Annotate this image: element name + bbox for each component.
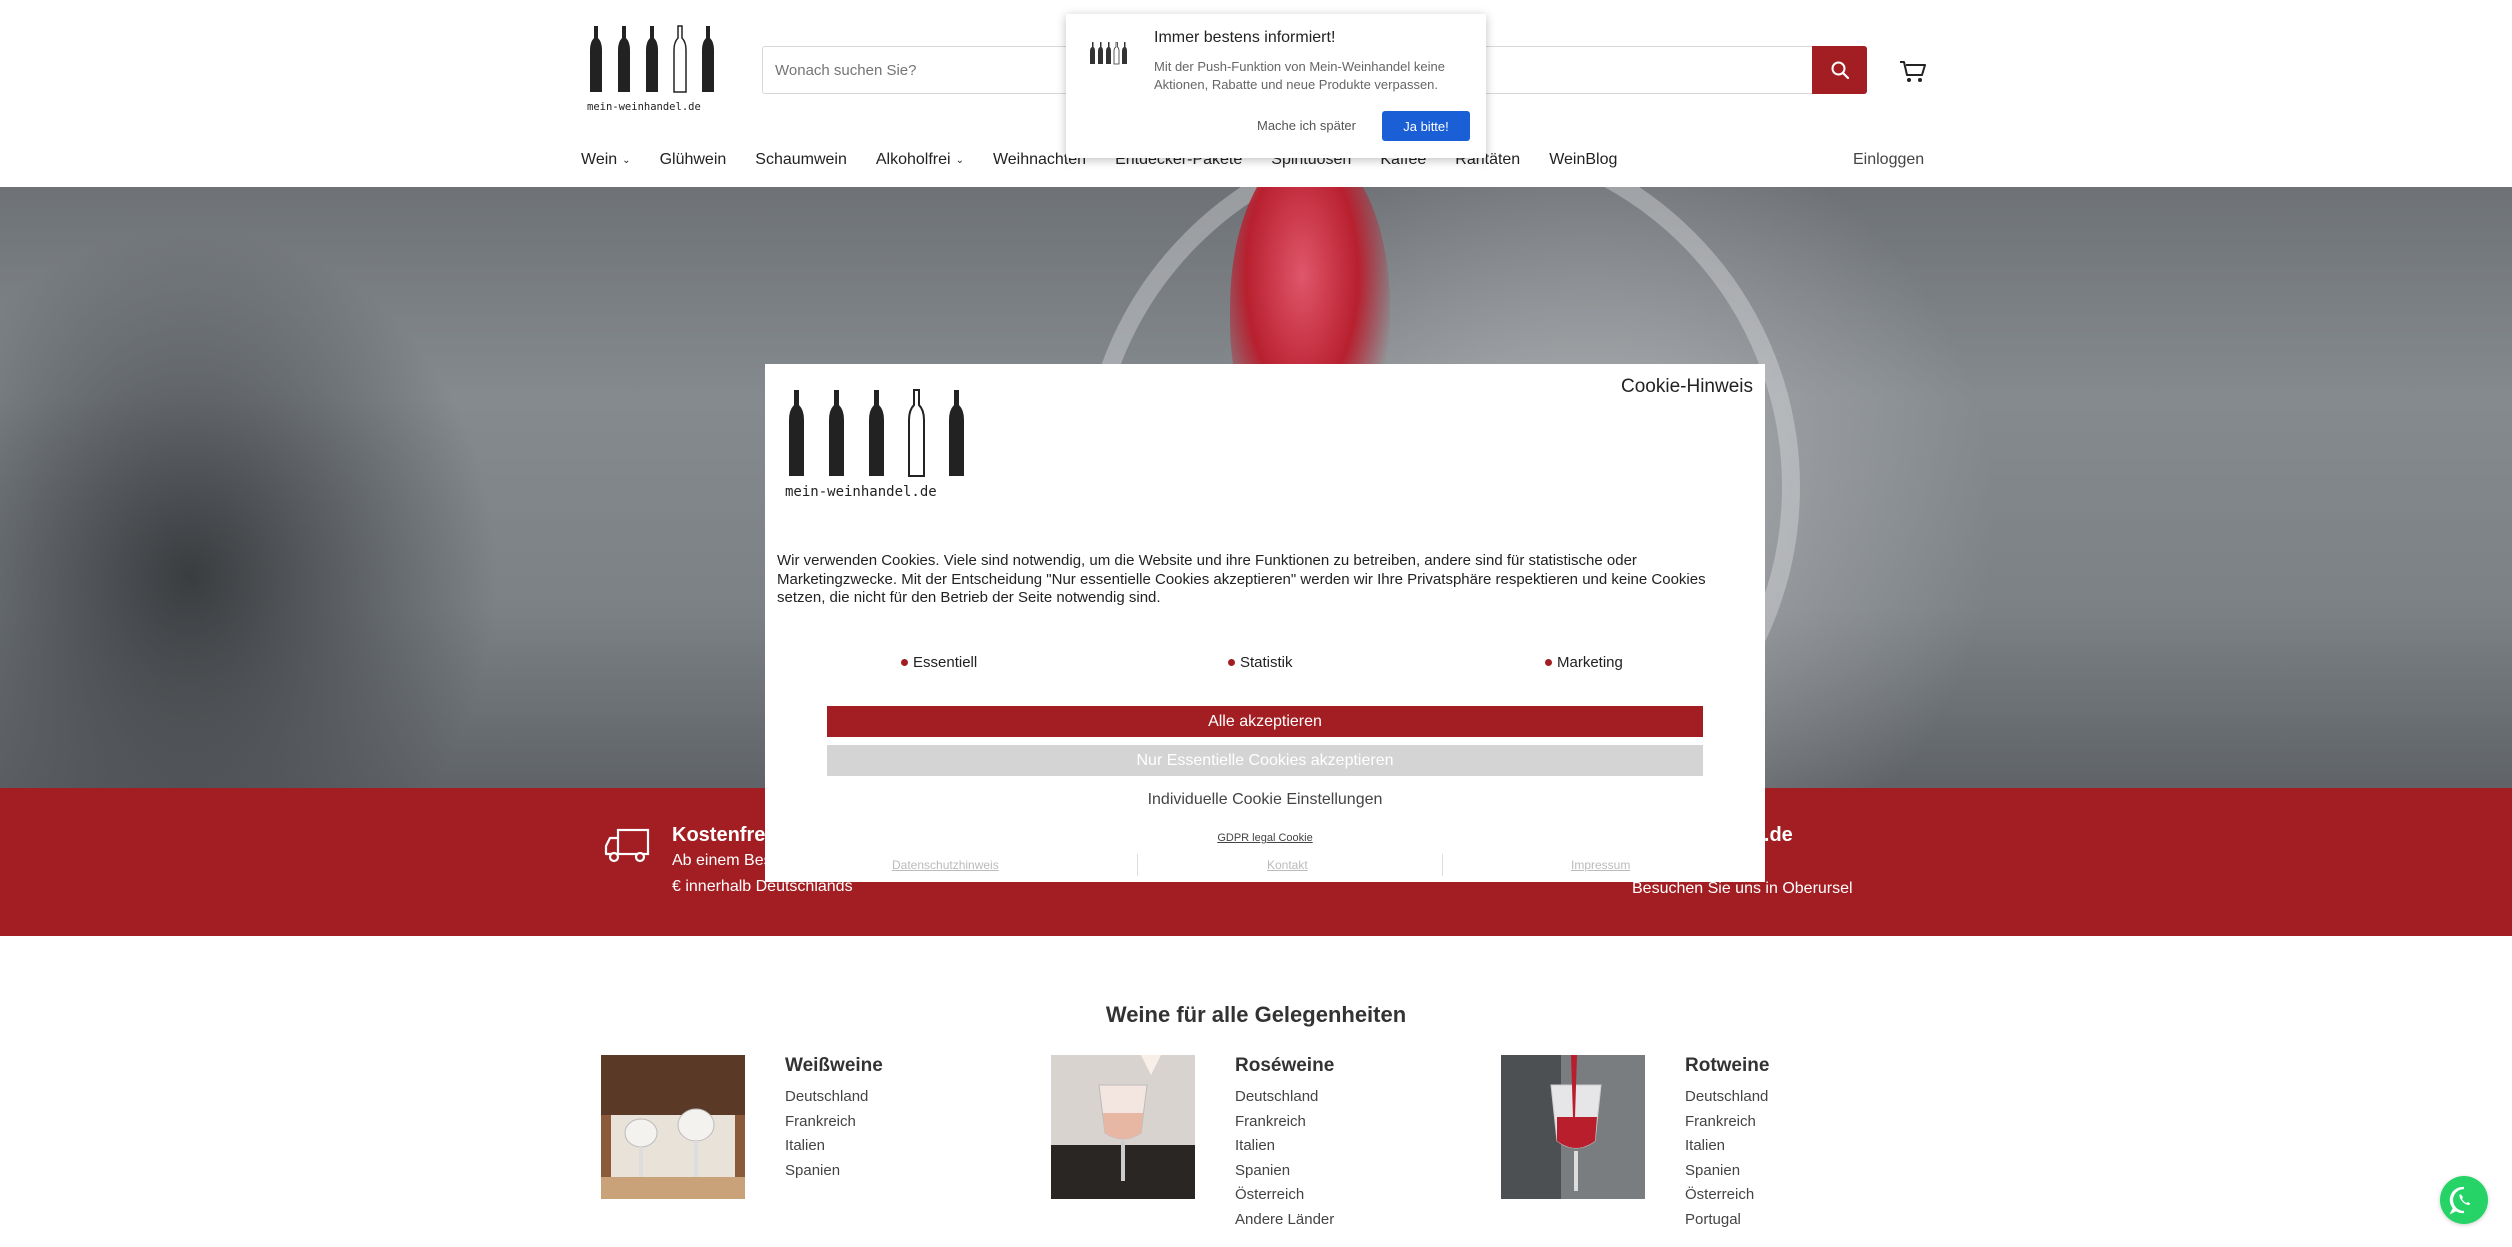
cookie-text: Wir verwenden Cookies. Viele sind notwen… [777,552,1706,606]
category-name[interactable]: Weißweine [785,1055,883,1077]
push-title: Immer bestens informiert! [1154,29,1336,46]
cookie-category-label: Statistik [1240,654,1293,671]
push-later-button[interactable]: Mache ich später [1257,118,1356,133]
category-link[interactable]: Portugal [1685,1208,1768,1233]
push-accept-button[interactable]: Ja bitte! [1382,111,1470,141]
category-link[interactable]: Italien [1685,1134,1768,1159]
category-link[interactable]: Spanien [1235,1159,1334,1184]
push-notification-popup: Immer bestens informiert! Mit der Push-F… [1066,14,1486,158]
store-line: Besuchen Sie uns in Oberursel [1632,880,1853,897]
category-country-list: Deutschland Frankreich Italien Spanien Ö… [1235,1085,1334,1232]
category-link[interactable]: Frankreich [785,1110,868,1135]
hero-shadow [0,227,500,788]
status-dot [1545,659,1552,666]
privacy-link[interactable]: Datenschutzhinweis [892,858,999,872]
gdpr-link[interactable]: GDPR legal Cookie [765,832,1765,844]
cookie-category-marketing[interactable]: Marketing [1545,654,1623,671]
nav-item-schaumwein[interactable]: Schaumwein [755,148,847,172]
category-link[interactable]: Spanien [785,1159,868,1184]
section-title: Weine für alle Gelegenheiten [1105,1002,1407,1027]
whatsapp-icon [2449,1186,2471,1215]
cookie-title: Cookie-Hinweis [1621,376,1753,397]
accept-essential-button[interactable]: Nur Essentielle Cookies akzeptieren [827,745,1703,776]
cookie-category-label: Marketing [1557,654,1623,671]
category-image[interactable] [1501,1055,1645,1199]
shipping-title: Kostenfrei [672,824,771,846]
divider [1442,854,1443,876]
site-logo[interactable]: mein-weinhandel.de [586,24,732,116]
category-link[interactable]: Österreich [1685,1183,1768,1208]
contact-link[interactable]: Kontakt [1267,858,1308,872]
category-link[interactable]: Spanien [1685,1159,1768,1184]
category-country-list: Deutschland Frankreich Italien Spanien Ö… [1685,1085,1768,1232]
chevron-down-icon: ⌄ [955,154,964,166]
nav-item-weinblog[interactable]: WeinBlog [1549,148,1617,172]
category-name[interactable]: Rotweine [1685,1055,1769,1077]
cookie-category-label: Essentiell [913,654,978,671]
nav-label: WeinBlog [1549,151,1618,168]
cart-icon[interactable] [1897,55,1929,87]
category-image[interactable] [1051,1055,1195,1199]
nav-label: Wein [581,151,618,168]
nav-label: Alkoholfrei [875,151,951,168]
accept-all-button[interactable]: Alle akzeptieren [827,706,1703,737]
nav-item-alkoholfrei[interactable]: Alkoholfrei ⌄ [876,148,964,172]
category-link[interactable]: Frankreich [1685,1110,1768,1135]
category-link[interactable]: Italien [1235,1134,1334,1159]
whatsapp-button[interactable] [2440,1176,2488,1224]
chevron-down-icon: ⌄ [622,154,631,166]
category-link[interactable]: Deutschland [1235,1085,1334,1110]
individual-settings-link[interactable]: Individuelle Cookie Einstellungen [765,791,1765,809]
nav-item-wein[interactable]: Wein ⌄ [581,148,631,172]
category-country-list: Deutschland Frankreich Italien Spanien [785,1085,868,1183]
nav-item-gluehwein[interactable]: Glühwein [660,148,727,172]
category-link[interactable]: Andere Länder [1235,1208,1334,1233]
cookie-category-statistik[interactable]: Statistik [1228,654,1293,671]
nav-label: Glühwein [659,151,727,168]
cookie-category-essentiell[interactable]: Essentiell [901,654,977,671]
category-link[interactable]: Deutschland [785,1085,868,1110]
login-link[interactable]: Einloggen [1853,151,1924,169]
logo-text: mein-weinhandel.de [587,101,701,113]
push-text: Mit der Push-Funktion von Mein-Weinhande… [1154,59,1445,92]
shipping-line-1: Ab einem Bes [672,852,772,869]
category-image[interactable] [601,1055,745,1199]
search-icon [1831,61,1849,80]
status-dot [1228,659,1235,666]
cookie-logo-text: mein-weinhandel.de [785,484,937,500]
imprint-link[interactable]: Impressum [1571,858,1630,872]
cookie-logo: mein-weinhandel.de [785,389,964,500]
category-link[interactable]: Deutschland [1685,1085,1768,1110]
category-link[interactable]: Österreich [1235,1183,1334,1208]
truck-icon [604,828,650,863]
nav-label: Schaumwein [755,151,847,168]
category-name[interactable]: Roséweine [1235,1055,1334,1077]
search-button[interactable] [1812,46,1867,94]
cookie-consent-modal: Cookie-Hinweis mein-weinhandel.de Wir ve… [765,364,1765,882]
bottles-icon [1090,42,1127,65]
category-link[interactable]: Frankreich [1235,1110,1334,1135]
divider [1137,854,1138,876]
cookie-footer-links: Datenschutzhinweis Kontakt Impressum [765,854,1765,876]
status-dot [901,659,908,666]
category-link[interactable]: Italien [785,1134,868,1159]
